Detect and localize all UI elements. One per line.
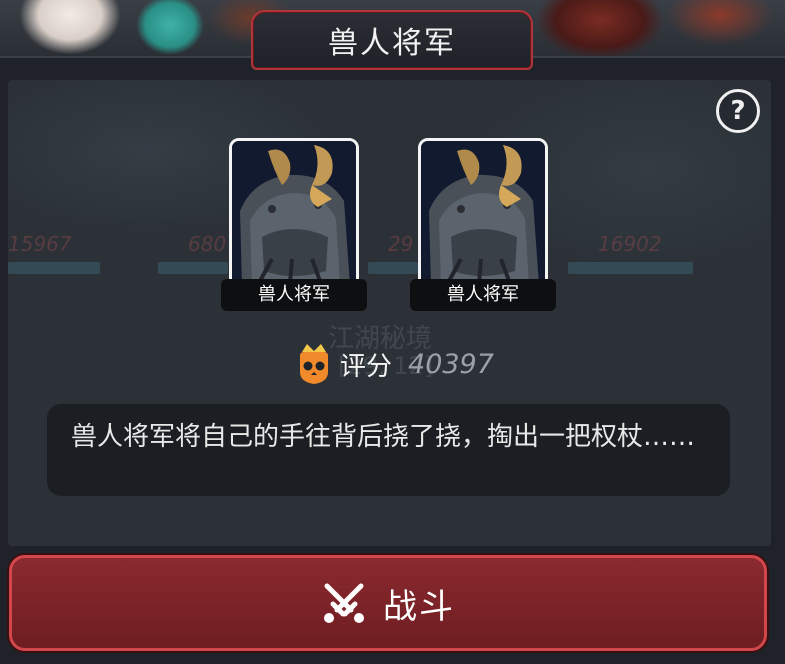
background-decoration: 15967 — [8, 232, 72, 256]
background-decoration — [568, 262, 693, 274]
score-value: 40397 — [408, 348, 494, 380]
enemy-card-2[interactable] — [418, 138, 548, 288]
fight-button[interactable]: 战斗 — [9, 555, 767, 651]
orc-general-portrait-icon — [421, 141, 545, 285]
help-button[interactable]: ? — [716, 89, 760, 133]
dialog-title-tab: 兽人将军 — [251, 10, 533, 70]
question-mark-icon: ? — [730, 96, 746, 126]
enemy-card-1[interactable] — [229, 138, 359, 288]
background-decoration: 16902 — [598, 232, 662, 256]
skull-crown-icon — [300, 344, 328, 384]
background-decoration — [8, 262, 100, 274]
orc-general-portrait-icon — [232, 141, 356, 285]
enemy-name-label-2: 兽人将军 — [410, 279, 556, 311]
dialog-title: 兽人将军 — [328, 26, 456, 61]
score-label: 评分 — [340, 351, 393, 382]
enemy-name-label-1: 兽人将军 — [221, 279, 367, 311]
description-text: 兽人将军将自己的手往背后挠了挠，掏出一把权杖…… — [71, 422, 696, 452]
background-decoration: 680 — [188, 232, 227, 256]
crossed-swords-icon — [324, 583, 364, 623]
background-decoration: 29 — [388, 232, 414, 256]
fight-button-label: 战斗 — [383, 586, 455, 627]
description-box: 兽人将军将自己的手往背后挠了挠，掏出一把权杖…… — [47, 404, 730, 496]
background-decoration — [368, 262, 418, 274]
score-row: 评分 40397 — [296, 340, 494, 388]
background-decoration — [158, 262, 228, 274]
